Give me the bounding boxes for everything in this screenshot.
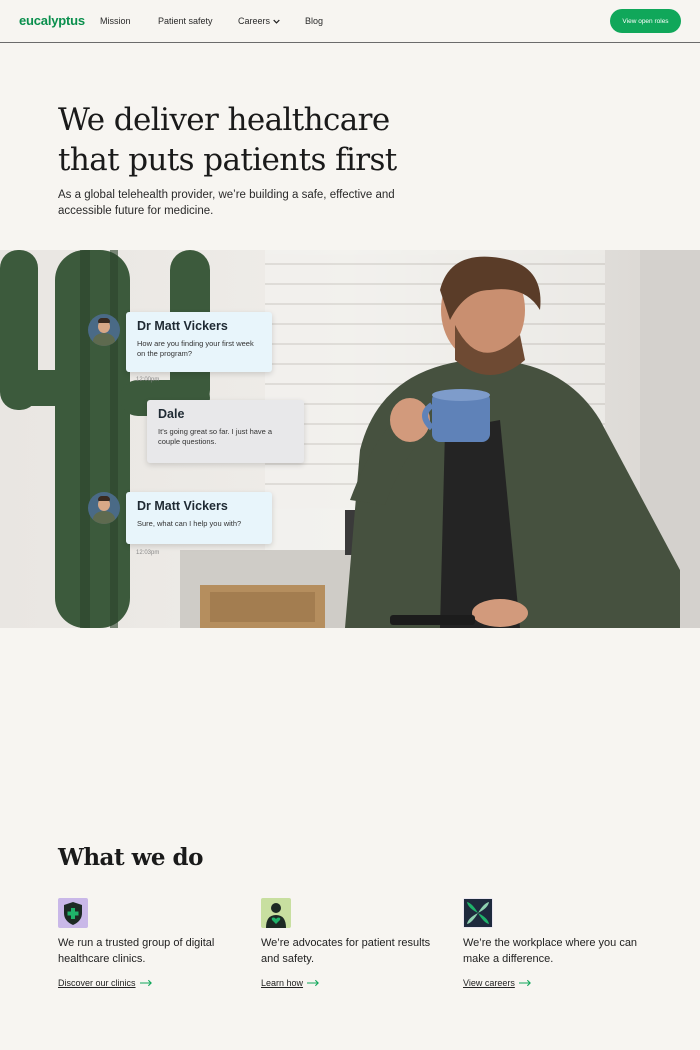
hero-image: Dr Matt Vickers How are you finding your… — [0, 250, 700, 628]
chat-bubble-doctor: Dr Matt Vickers Sure, what can I help yo… — [126, 492, 272, 544]
hero-subtitle: As a global telehealth provider, we’re b… — [58, 189, 395, 217]
hero-photo — [0, 250, 700, 628]
chat-message: It’s going great so far. I just have a c… — [158, 427, 273, 446]
chat-bubble-patient: Dale It’s going great so far. I just hav… — [147, 400, 304, 463]
card-clinics: We run a trusted group of digital health… — [58, 898, 248, 988]
card-text: We’re the workplace where you can make a… — [463, 937, 638, 965]
top-navigation: eucalyptus Mission Patient safety Career… — [0, 0, 700, 43]
logo[interactable]: eucalyptus — [19, 13, 85, 28]
chevron-down-icon — [273, 19, 280, 24]
card-text: We run a trusted group of digital health… — [58, 937, 215, 965]
link-label: Learn how — [261, 978, 304, 988]
chat-bubble-doctor: Dr Matt Vickers How are you finding your… — [126, 312, 272, 372]
chat-sender-name: Dr Matt Vickers — [137, 499, 228, 513]
view-open-roles-button[interactable]: View open roles — [610, 9, 681, 33]
doctor-avatar — [88, 314, 120, 346]
nav-link-careers-label: Careers — [238, 16, 271, 26]
leaf-cross-icon — [463, 898, 493, 928]
nav-link-blog[interactable]: Blog — [305, 16, 323, 26]
link-label: Discover our clinics — [58, 978, 136, 988]
arrow-right-icon — [307, 979, 319, 987]
what-we-do-title: What we do — [58, 844, 203, 871]
chat-timestamp: 12:00pm — [136, 377, 160, 383]
page-title: We deliver healthcare that puts patients… — [58, 102, 397, 178]
chat-sender-name: Dr Matt Vickers — [137, 319, 228, 333]
shield-plus-icon — [58, 898, 88, 928]
nav-link-careers[interactable]: Careers — [238, 16, 280, 26]
person-heart-icon — [261, 898, 291, 928]
card-patient-safety: We’re advocates for patient results and … — [261, 898, 451, 988]
learn-how-link[interactable]: Learn how — [261, 978, 320, 988]
view-careers-link[interactable]: View careers — [463, 978, 532, 988]
card-text: We’re advocates for patient results and … — [261, 937, 431, 965]
doctor-avatar — [88, 492, 120, 524]
chat-sender-name: Dale — [158, 407, 185, 421]
arrow-right-icon — [139, 979, 152, 987]
nav-link-patient-safety[interactable]: Patient safety — [158, 16, 213, 26]
nav-link-mission[interactable]: Mission — [100, 16, 131, 26]
link-label: View careers — [463, 978, 515, 988]
arrow-right-icon — [518, 979, 531, 987]
discover-clinics-link[interactable]: Discover our clinics — [58, 978, 153, 988]
chat-message: How are you finding your first week on t… — [137, 339, 254, 358]
card-careers: We’re the workplace where you can make a… — [463, 898, 653, 988]
chat-timestamp: 12:03pm — [136, 550, 160, 556]
chat-message: Sure, what can I help you with? — [137, 519, 242, 528]
